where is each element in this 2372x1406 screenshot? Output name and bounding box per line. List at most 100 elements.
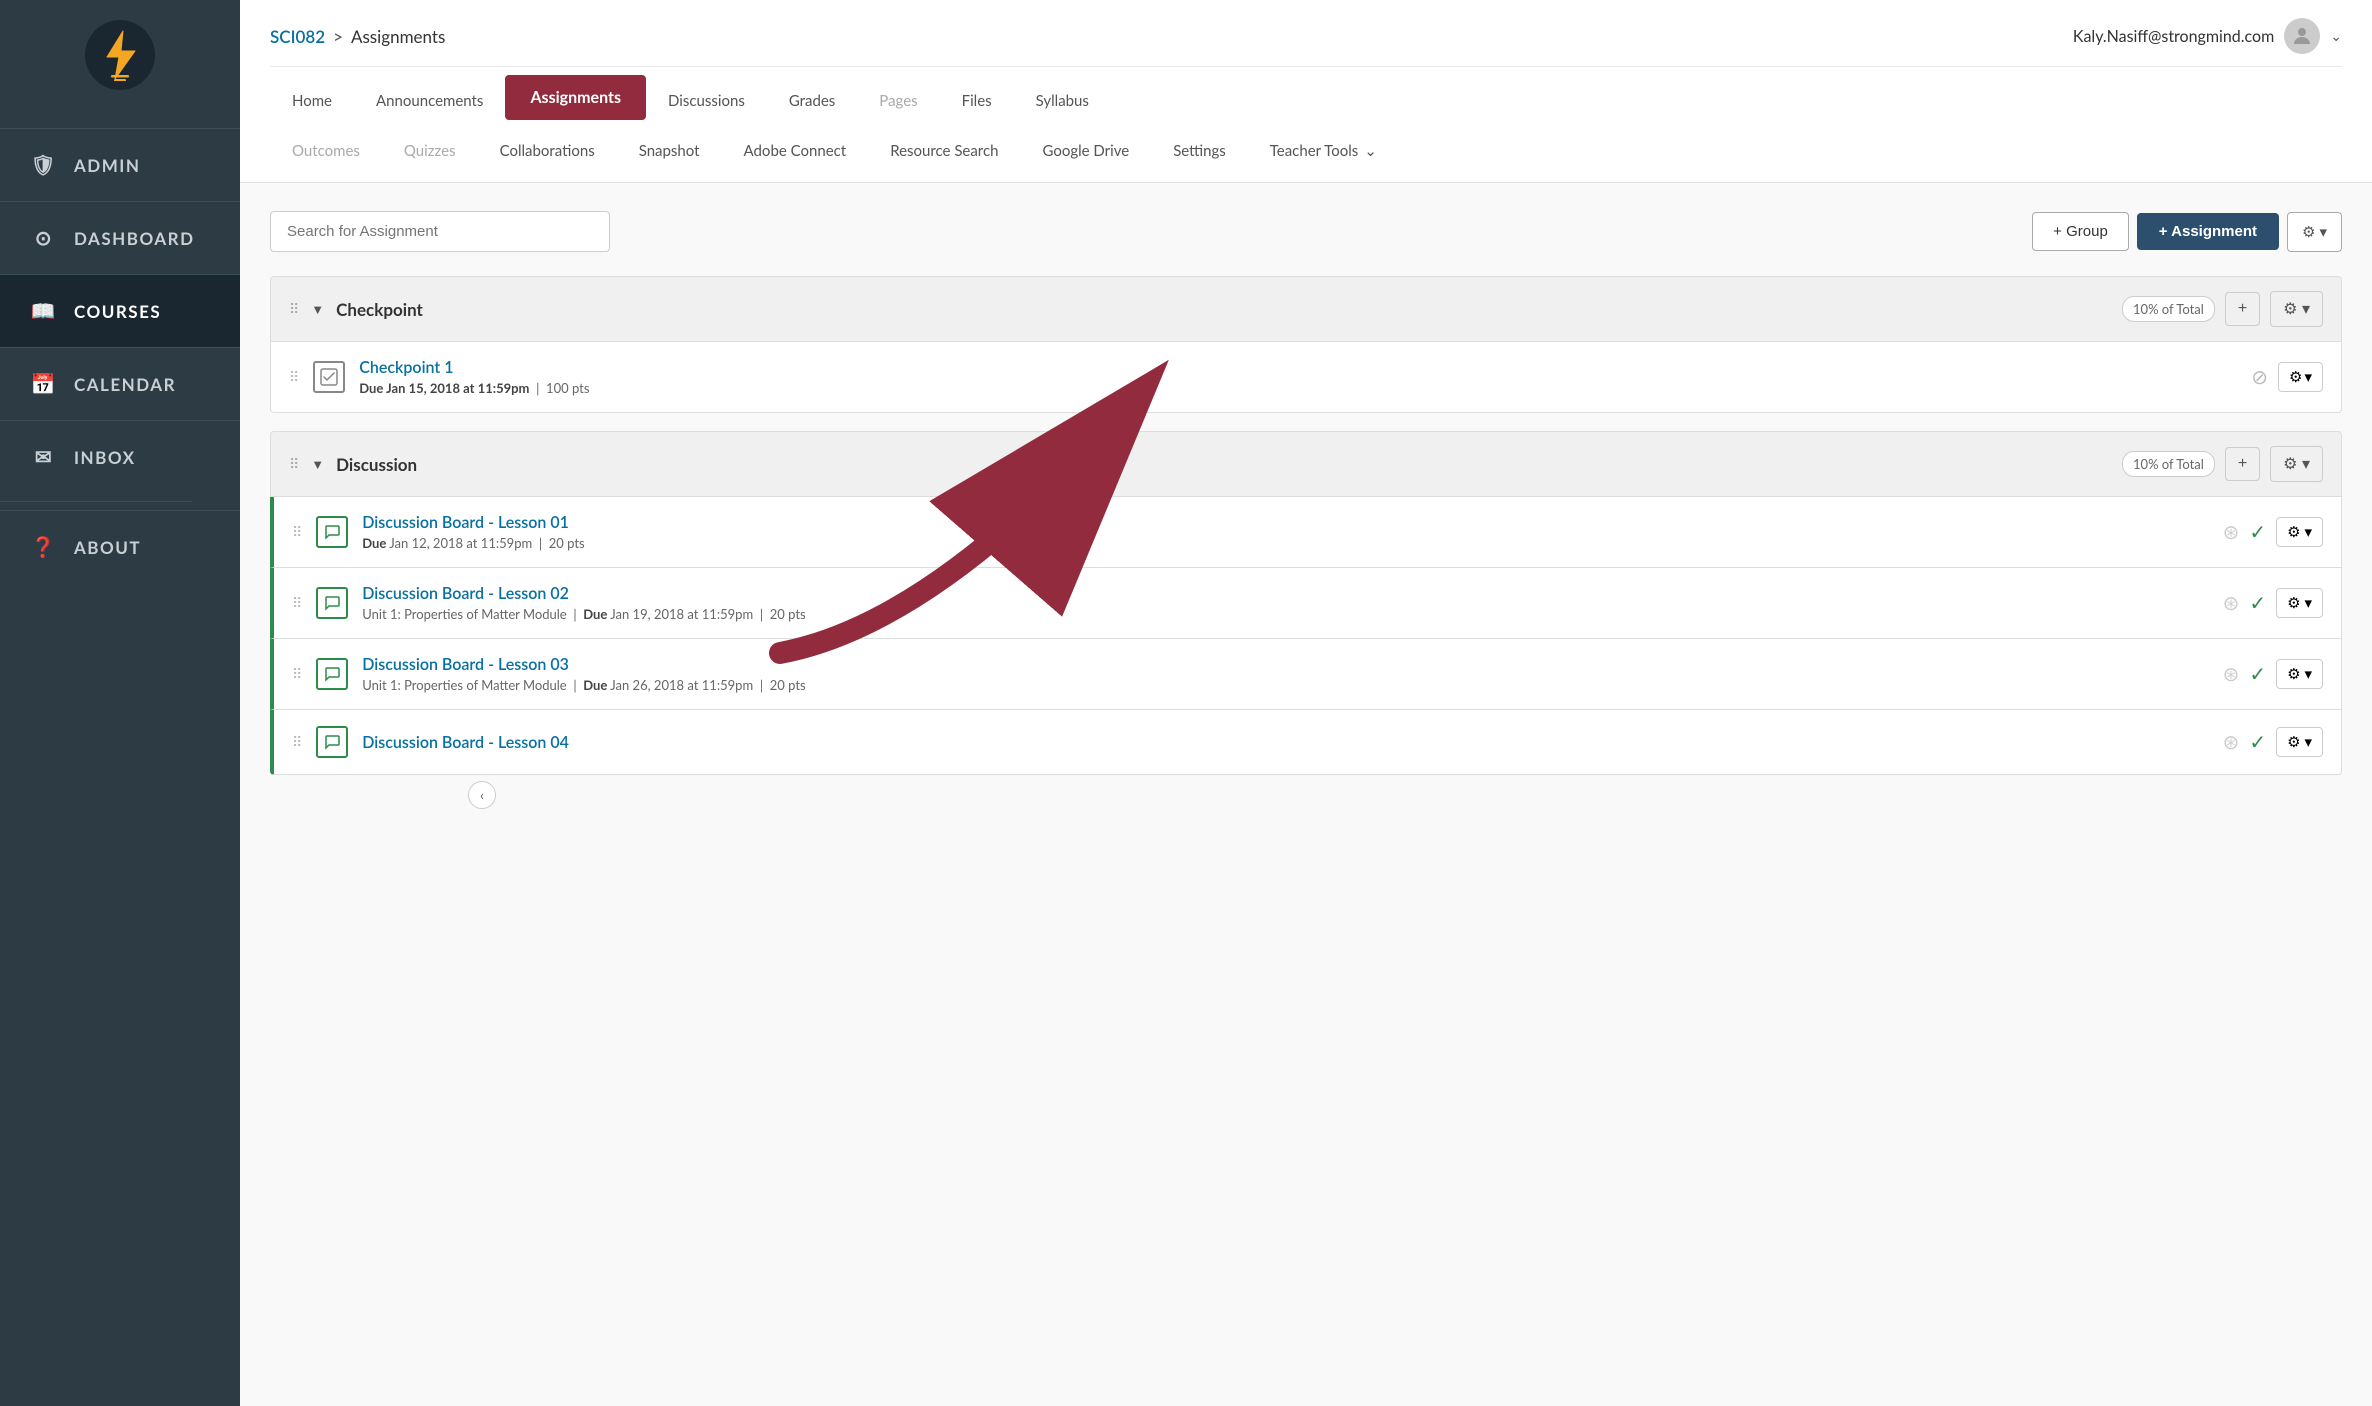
world-icon-3: ⊛ xyxy=(2223,662,2240,686)
teacher-tools-chevron-icon: ⌄ xyxy=(1364,142,1377,160)
breadcrumb-course-link[interactable]: SCI082 xyxy=(270,26,325,47)
checkpoint-percent-badge: 10% of Total xyxy=(2122,296,2215,322)
assignment-name-discussion4[interactable]: Discussion Board - Lesson 04 xyxy=(362,733,569,752)
group-header-left-discussion: ⠿ ▼ Discussion xyxy=(289,454,417,475)
assignment-actions-d3: ⊛ ✓ ⚙ ▾ xyxy=(2223,659,2323,689)
add-assignment-button[interactable]: + Assignment xyxy=(2137,213,2279,250)
tab-collaborations[interactable]: Collaborations xyxy=(478,132,617,172)
world-icon-4: ⊛ xyxy=(2223,730,2240,754)
tab-grades[interactable]: Grades xyxy=(767,82,857,122)
checkpoint-settings-button[interactable]: ⚙ ▾ xyxy=(2270,291,2323,327)
sidebar-collapse-button[interactable]: ‹ xyxy=(468,781,496,809)
sidebar-item-about[interactable]: ❓ ABOUT xyxy=(0,510,240,583)
tab-adobe-connect[interactable]: Adobe Connect xyxy=(722,132,869,172)
tab-home[interactable]: Home xyxy=(270,82,354,122)
tab-resource-search[interactable]: Resource Search xyxy=(868,132,1020,172)
group-discussion: ⠿ ▼ Discussion 10% of Total + ⚙ ▾ ⠿ xyxy=(270,431,2342,775)
assignment-item-discussion4: ⠿ Discussion Board - Lesson 04 ⊛ ✓ ⚙ ▾ xyxy=(270,710,2342,775)
assignment-actions-d1: ⊛ ✓ ⚙ ▾ xyxy=(2223,517,2323,547)
sidebar-nav: 🛡 ADMIN ⊙ DASHBOARD 📖 COURSES 📅 CALENDAR… xyxy=(0,128,240,583)
item-drag-handle-d4-icon[interactable]: ⠿ xyxy=(292,733,302,751)
group-checkpoint-title: Checkpoint xyxy=(336,299,423,320)
group-header-right-checkpoint: 10% of Total + ⚙ ▾ xyxy=(2122,291,2323,327)
sidebar-item-about-label: ABOUT xyxy=(74,537,141,558)
add-group-button[interactable]: + Group xyxy=(2032,212,2129,251)
search-input[interactable] xyxy=(270,211,610,252)
user-chevron-icon[interactable]: ⌄ xyxy=(2330,27,2342,45)
assignment-name-discussion1[interactable]: Discussion Board - Lesson 01 xyxy=(362,513,569,532)
checkpoint-add-button[interactable]: + xyxy=(2225,292,2260,326)
discussion-percent-badge: 10% of Total xyxy=(2122,451,2215,477)
discussion-type-icon-4 xyxy=(316,726,348,758)
assignment-name-discussion3[interactable]: Discussion Board - Lesson 03 xyxy=(362,655,569,674)
logo xyxy=(85,20,155,98)
discussion3-settings-button[interactable]: ⚙ ▾ xyxy=(2276,659,2323,689)
group-header-discussion: ⠿ ▼ Discussion 10% of Total + ⚙ ▾ xyxy=(270,431,2342,497)
group-header-checkpoint: ⠿ ▼ Checkpoint 10% of Total + ⚙ ▾ xyxy=(270,276,2342,342)
drag-handle-discussion-icon[interactable]: ⠿ xyxy=(289,455,299,473)
assignment-name-checkpoint1[interactable]: Checkpoint 1 xyxy=(359,358,453,377)
checkpoint1-settings-button[interactable]: ⚙ ▾ xyxy=(2278,362,2323,392)
toolbar-settings-button[interactable]: ⚙ ▾ xyxy=(2287,212,2342,252)
assignment-info-checkpoint1: Checkpoint 1 Due Jan 15, 2018 at 11:59pm… xyxy=(359,358,2237,396)
shield-icon: 🛡 xyxy=(30,151,58,179)
sidebar-item-dashboard[interactable]: ⊙ DASHBOARD xyxy=(0,201,240,274)
item-drag-handle-d1-icon[interactable]: ⠿ xyxy=(292,523,302,541)
group-discussion-title: Discussion xyxy=(336,454,417,475)
tab-announcements[interactable]: Announcements xyxy=(354,82,505,122)
item-drag-handle-icon[interactable]: ⠿ xyxy=(289,368,299,386)
group-header-left: ⠿ ▼ Checkpoint xyxy=(289,299,423,320)
sidebar-item-courses[interactable]: 📖 COURSES xyxy=(0,274,240,347)
sidebar-item-inbox[interactable]: ✉ INBOX xyxy=(0,420,240,493)
tab-files[interactable]: Files xyxy=(940,82,1014,122)
item-drag-handle-d3-icon[interactable]: ⠿ xyxy=(292,665,302,683)
discussion2-settings-button[interactable]: ⚙ ▾ xyxy=(2276,588,2323,618)
sidebar-item-admin-label: ADMIN xyxy=(74,155,140,176)
discussion-type-icon-3 xyxy=(316,658,348,690)
sidebar-item-admin[interactable]: 🛡 ADMIN xyxy=(0,128,240,201)
nav-tabs-row2: Outcomes Quizzes Collaborations Snapshot… xyxy=(270,126,2342,182)
discussion-add-button[interactable]: + xyxy=(2225,447,2260,481)
assignment-meta-discussion1: Due Jan 12, 2018 at 11:59pm | 20 pts xyxy=(362,535,2208,551)
tab-outcomes[interactable]: Outcomes xyxy=(270,132,382,172)
inbox-icon: ✉ xyxy=(30,443,58,471)
check-icon-4: ✓ xyxy=(2249,730,2266,754)
discussion1-settings-button[interactable]: ⚙ ▾ xyxy=(2276,517,2323,547)
tab-settings[interactable]: Settings xyxy=(1151,132,1248,172)
collapse-arrow-discussion-icon[interactable]: ▼ xyxy=(311,456,324,472)
tab-assignments[interactable]: Assignments xyxy=(505,75,646,120)
tab-pages[interactable]: Pages xyxy=(857,82,939,122)
assignment-name-discussion2[interactable]: Discussion Board - Lesson 02 xyxy=(362,584,569,603)
assignment-info-discussion4: Discussion Board - Lesson 04 xyxy=(362,733,2208,752)
item-drag-handle-d2-icon[interactable]: ⠿ xyxy=(292,594,302,612)
toolbar-buttons: + Group + Assignment ⚙ ▾ xyxy=(2032,212,2342,252)
discussion-settings-button[interactable]: ⚙ ▾ xyxy=(2270,446,2323,482)
dashboard-icon: ⊙ xyxy=(30,224,58,252)
tab-google-drive[interactable]: Google Drive xyxy=(1020,132,1151,172)
assignment-item-discussion1: ⠿ Discussion Board - Lesson 01 Due Jan 1… xyxy=(270,497,2342,568)
tab-syllabus[interactable]: Syllabus xyxy=(1014,82,1111,122)
topbar-user: Kaly.Nasiff@strongmind.com ⌄ xyxy=(2073,18,2342,54)
group-header-right-discussion: 10% of Total + ⚙ ▾ xyxy=(2122,446,2323,482)
breadcrumb-current: Assignments xyxy=(351,26,445,47)
about-icon: ❓ xyxy=(30,533,58,561)
world-icon-1: ⊛ xyxy=(2223,520,2240,544)
assignment-actions-d2: ⊛ ✓ ⚙ ▾ xyxy=(2223,588,2323,618)
check-icon-1: ✓ xyxy=(2249,520,2266,544)
assignment-type-icon xyxy=(313,361,345,393)
drag-handle-icon[interactable]: ⠿ xyxy=(289,300,299,318)
tab-discussions[interactable]: Discussions xyxy=(646,82,767,122)
assignment-meta-discussion3: Unit 1: Properties of Matter Module | Du… xyxy=(362,677,2208,693)
courses-icon: 📖 xyxy=(30,297,58,325)
content-area: + Group + Assignment ⚙ ▾ ⠿ ▼ Checkpoint xyxy=(240,183,2372,1406)
teacher-tools-label: Teacher Tools xyxy=(1270,142,1358,160)
collapse-arrow-icon[interactable]: ▼ xyxy=(311,301,324,317)
assignment-info-discussion3: Discussion Board - Lesson 03 Unit 1: Pro… xyxy=(362,655,2208,693)
sidebar-item-calendar[interactable]: 📅 CALENDAR xyxy=(0,347,240,420)
teacher-tools-dropdown[interactable]: Teacher Tools ⌄ xyxy=(1248,132,1399,170)
tab-snapshot[interactable]: Snapshot xyxy=(617,132,722,172)
tab-quizzes[interactable]: Quizzes xyxy=(382,132,478,172)
content-wrapper: + Group + Assignment ⚙ ▾ ⠿ ▼ Checkpoint xyxy=(240,183,2372,1406)
discussion4-settings-button[interactable]: ⚙ ▾ xyxy=(2276,727,2323,757)
user-email: Kaly.Nasiff@strongmind.com xyxy=(2073,27,2274,46)
